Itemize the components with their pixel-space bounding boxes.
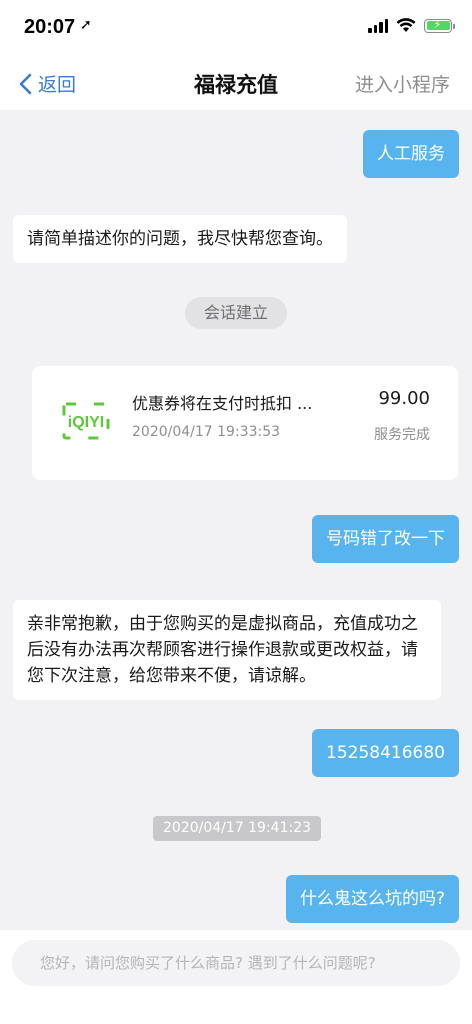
message-agent: 亲非常抱歉，由于您购买的是虚拟商品，充值成功之后没有办法再次帮顾客进行操作退款或… — [13, 600, 441, 700]
iqiyi-logo-text: iQIYI — [68, 414, 104, 431]
enter-mini-program-button[interactable]: 进入小程序 — [355, 70, 450, 97]
iqiyi-logo-icon: iQIYI — [62, 402, 110, 440]
message-user: 人工服务 — [363, 130, 459, 178]
message-input[interactable] — [12, 940, 460, 986]
session-established-chip: 会话建立 — [185, 297, 288, 329]
input-bar — [0, 930, 472, 1024]
battery-charging-icon: ⚡ — [424, 18, 455, 33]
status-time: 20:07 — [24, 16, 76, 38]
message-user: 什么鬼这么坑的吗? — [285, 875, 459, 923]
location-arrow-icon: ➚ — [80, 17, 92, 33]
message-user: 15258416680 — [312, 729, 459, 777]
signal-icon — [368, 18, 388, 33]
chat-area[interactable]: 人工服务 请简单描述你的问题，我尽快帮您查询。 会话建立 iQIYI 优惠券将在… — [0, 110, 472, 930]
message-agent: 请简单描述你的问题，我尽快帮您查询。 — [13, 215, 347, 263]
wifi-icon — [396, 18, 416, 32]
timestamp-chip: 2020/04/17 19:41:23 — [153, 816, 322, 841]
order-card[interactable]: iQIYI 优惠券将在支付时抵扣 ... 2020/04/17 19:33:53… — [32, 366, 458, 480]
order-price: 99.00 — [378, 388, 430, 409]
status-bar: 20:07 ➚ ⚡ — [0, 0, 472, 56]
order-date: 2020/04/17 19:33:53 — [132, 424, 281, 440]
status-icons: ⚡ — [368, 18, 455, 33]
message-user: 号码错了改一下 — [312, 515, 459, 563]
order-status: 服务完成 — [374, 427, 430, 443]
nav-bar: 返回 福禄充值 进入小程序 — [0, 56, 472, 110]
order-title: 优惠券将在支付时抵扣 ... — [132, 394, 313, 413]
